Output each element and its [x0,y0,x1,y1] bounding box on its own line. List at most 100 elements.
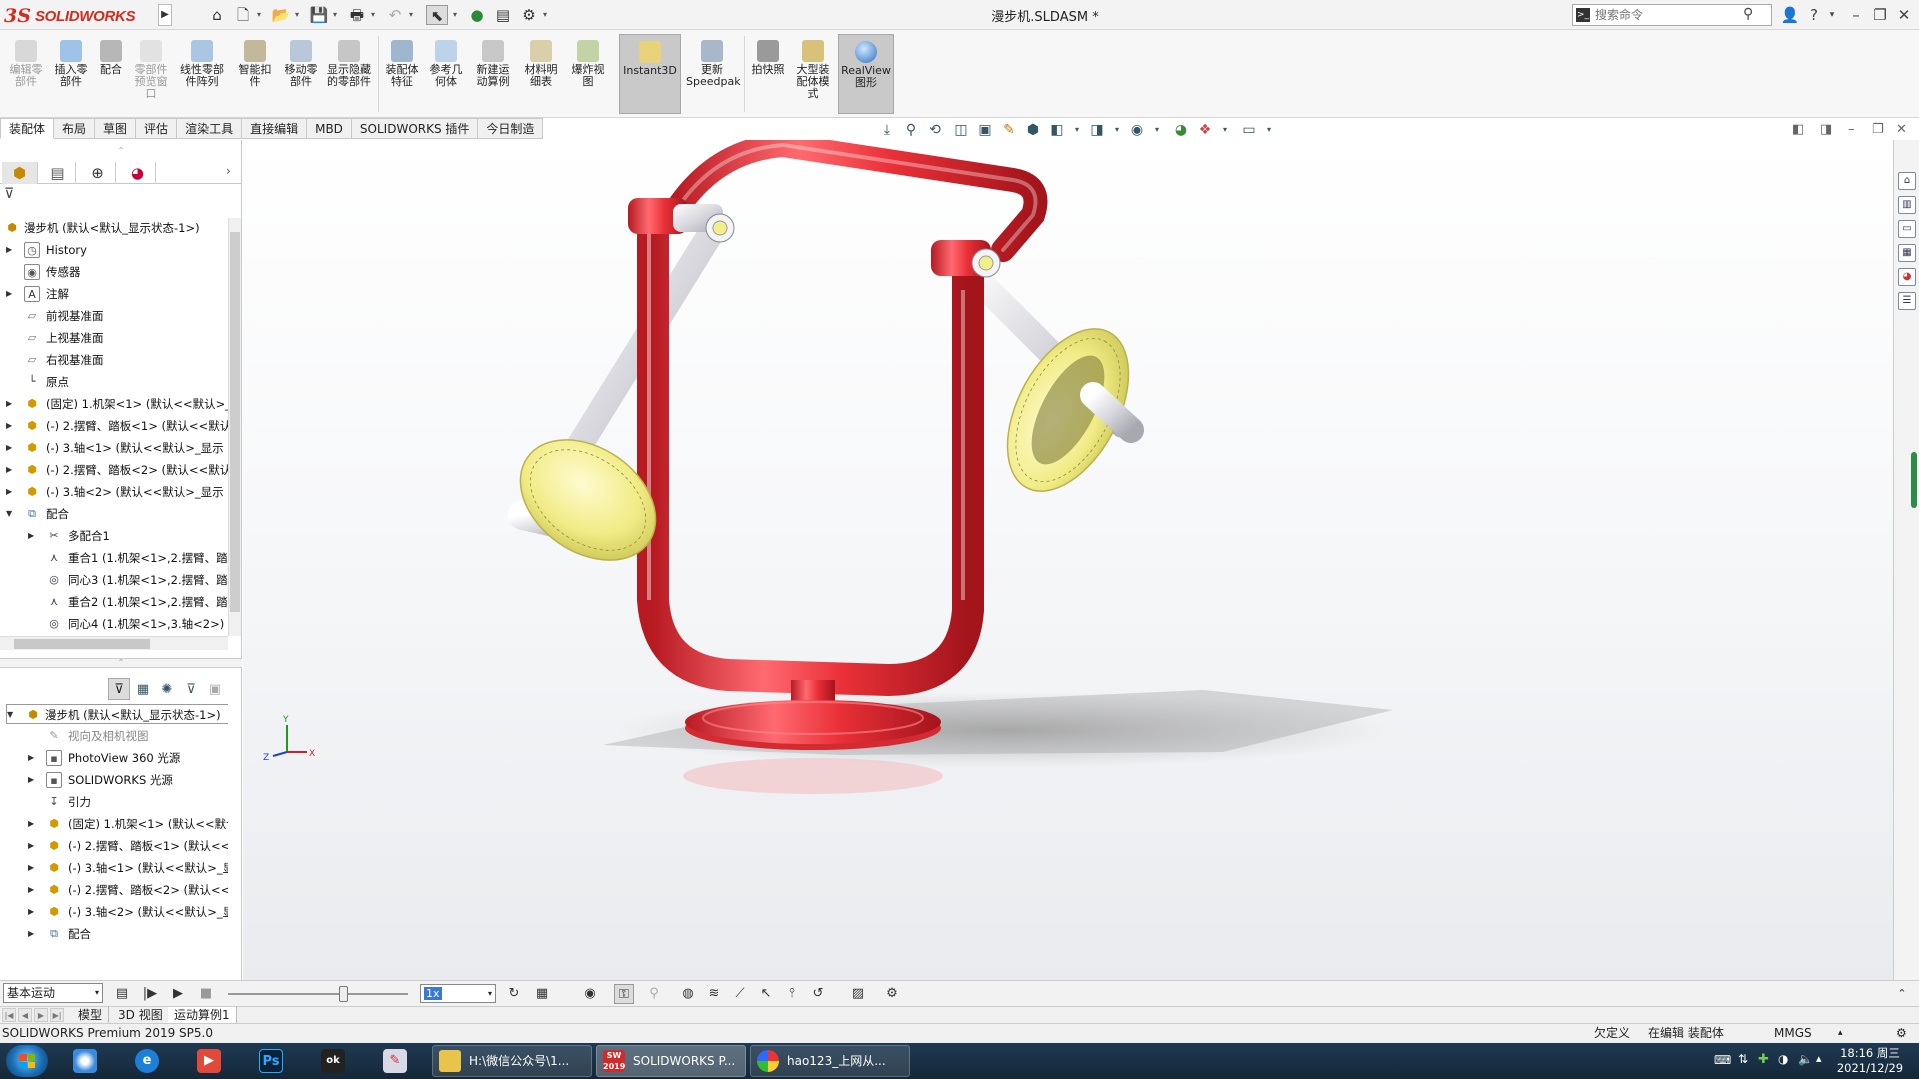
linear-pattern-button[interactable]: 线性零部件阵列 [176,34,228,114]
propertymanager-tab-icon[interactable]: ▤ [40,162,76,184]
autokey-icon[interactable]: ⚿ [614,984,634,1004]
stop-icon[interactable]: ■ [196,984,216,1004]
save-icon[interactable]: 💾 [308,5,330,25]
last-tab-arrow-icon[interactable]: ▶| [50,1008,64,1022]
undo-dropdown-icon[interactable]: ▾ [406,5,416,25]
motion-study-properties-icon[interactable]: ⚙ [882,984,902,1004]
doc-minimize-icon[interactable]: – [1848,122,1855,137]
collapse-arrow-icon[interactable]: ▼ [7,705,17,725]
file-properties-icon[interactable]: ▤ [492,5,514,25]
start-button[interactable] [6,1045,48,1077]
lights-icon[interactable]: ✺ [156,678,178,700]
doc-close-icon[interactable]: ✕ [1896,122,1907,137]
expand-arrow-icon[interactable]: ▶ [28,526,38,546]
display-monitor-icon[interactable]: ▭ [1240,121,1258,139]
zoom-to-area-icon[interactable]: ⚲ [902,121,920,139]
tree-filter-icon[interactable]: ⊽ [4,186,34,206]
taskbar-app-network[interactable] [58,1046,112,1076]
taskbar-app-paint[interactable]: ✎ [368,1046,422,1076]
view-settings-icon[interactable]: ❖ [1196,121,1214,139]
taskbar-window-explorer[interactable]: H:\微信公众号\1... [432,1045,592,1077]
open-document-icon[interactable]: 📂 [270,5,292,25]
pane-splitter-grip[interactable]: ⌃ [0,146,242,155]
apply-scene-icon[interactable]: ◕ [1172,121,1190,139]
contact-icon[interactable]: ⟋ [730,984,750,1004]
security-tray-icon[interactable]: ✚ [1758,1052,1769,1067]
view-orientation-icon[interactable]: ⬢ [1024,121,1042,139]
taskbar-window-solidworks[interactable]: SW 2019 SOLIDWORKS P... [596,1045,746,1077]
displaymanager-tab-icon[interactable]: ◕ [120,162,156,184]
configurationmanager-tab-icon[interactable]: ⊕ [80,162,116,184]
previous-view-icon[interactable]: ⟲ [926,121,944,139]
taskbar-app-media[interactable]: ▶ [182,1046,236,1076]
motor-icon[interactable]: ◍ [678,984,698,1004]
task-pane-scroll-indicator[interactable] [1911,452,1917,508]
print-icon[interactable]: 🖶 [346,5,368,25]
ime-tray-icon[interactable]: ◑ [1778,1052,1788,1066]
expand-arrow-icon[interactable]: ▶ [6,438,16,458]
taskbar-app-video-editor[interactable]: ok [306,1046,360,1076]
collapse-motion-manager-icon[interactable]: ⌃ [1892,984,1912,1004]
tab-layout[interactable]: 布局 [54,118,96,139]
doc-restore-icon[interactable]: ❐ [1872,122,1884,137]
mate-button[interactable]: 配合 [96,34,126,114]
appearance-filter-icon[interactable]: ⊽ [180,678,202,700]
playback-slider[interactable] [228,993,408,995]
tab-direct-editing[interactable]: 直接编辑 [242,118,308,139]
calculate-icon[interactable]: ▤ [112,984,132,1004]
first-tab-arrow-icon[interactable]: |◀ [2,1008,16,1022]
appearance-dropdown-icon[interactable]: ▾ [1148,121,1166,139]
tile-left-icon[interactable]: ◧ [1792,122,1804,137]
animation-wizard-icon[interactable]: ◉ [580,984,600,1004]
design-library-icon[interactable]: ▥ [1898,196,1916,214]
gravity-arrow-icon[interactable]: ↖ [756,984,776,1004]
options-gear-icon[interactable]: ⚙ [518,5,540,25]
volume-icon[interactable]: 🔈 [1798,1052,1813,1066]
minimize-window-icon[interactable]: – [1846,5,1866,25]
expand-arrow-icon[interactable]: ▶ [6,416,16,436]
print-dropdown-icon[interactable]: ▾ [368,5,378,25]
dynamic-annotation-icon[interactable]: ▣ [976,121,994,139]
search-commands-box[interactable]: >_ ⚲ [1572,4,1772,26]
tab-assembly[interactable]: 装配体 [0,118,55,139]
help-dropdown-icon[interactable]: ▾ [1822,5,1842,25]
show-hidden-tray-icon[interactable]: ▴ [1816,1052,1822,1065]
insert-component-button[interactable]: 插入零部件 [50,34,92,114]
monitor-dropdown-icon[interactable]: ▾ [1260,121,1278,139]
tab-motion-study-1[interactable]: 运动算例1 [168,1007,237,1024]
show-hidden-components-button[interactable]: 显示隐藏的零部件 [326,34,372,114]
tab-manufacturing[interactable]: 今日制造 [478,118,544,139]
exploded-view-button[interactable]: 爆炸视图 [568,34,608,114]
take-snapshot-button[interactable]: 拍快照 [748,34,788,114]
tab-model[interactable]: 模型 [72,1007,110,1024]
graphics-area[interactable]: Y X Z [243,140,1893,980]
scene-icon[interactable]: ▦ [132,678,154,700]
network-tray-icon[interactable]: ⇅ [1738,1052,1748,1066]
edit-component-button[interactable]: 编辑零部件 [6,34,46,114]
unit-system-text[interactable]: MMGS [1774,1024,1812,1043]
previous-tab-arrow-icon[interactable]: ◀ [18,1008,32,1022]
close-window-icon[interactable]: ✕ [1894,5,1914,25]
new-dropdown-icon[interactable]: ▾ [254,5,264,25]
tab-evaluate[interactable]: 评估 [136,118,178,139]
expand-arrow-icon[interactable]: ▶ [6,460,16,480]
3d-sketch-icon[interactable]: ✎ [1000,121,1018,139]
realview-graphics-button[interactable]: RealView图形 [838,34,894,114]
undo-icon[interactable]: ↶ [384,5,406,25]
section-view-icon[interactable]: ◫ [952,121,970,139]
add-update-key-icon[interactable]: ⚲ [644,984,664,1004]
feature-tree-vertical-scrollbar[interactable] [228,218,241,636]
hide-show-items-icon[interactable]: ◨ [1088,121,1106,139]
customize-statusbar-icon[interactable]: ⚙ [1896,1024,1907,1043]
display-style-dropdown-icon[interactable]: ▾ [1068,121,1086,139]
expand-arrow-icon[interactable]: ▶ [28,924,38,944]
user-account-icon[interactable]: 👤 [1780,5,1800,25]
expand-arrow-icon[interactable]: ▶ [6,284,16,304]
bill-of-materials-button[interactable]: 材料明细表 [520,34,562,114]
filter-icon[interactable]: ⊽ [108,678,130,700]
menu-expand-arrow-icon[interactable]: ▶ [158,4,172,26]
expand-arrow-icon[interactable]: ▶ [28,836,38,856]
featuremanager-tab-icon[interactable]: ⬢ [2,162,38,184]
more-tabs-chevron-icon[interactable]: › [226,164,231,178]
results-plots-icon[interactable]: ▨ [848,984,868,1004]
